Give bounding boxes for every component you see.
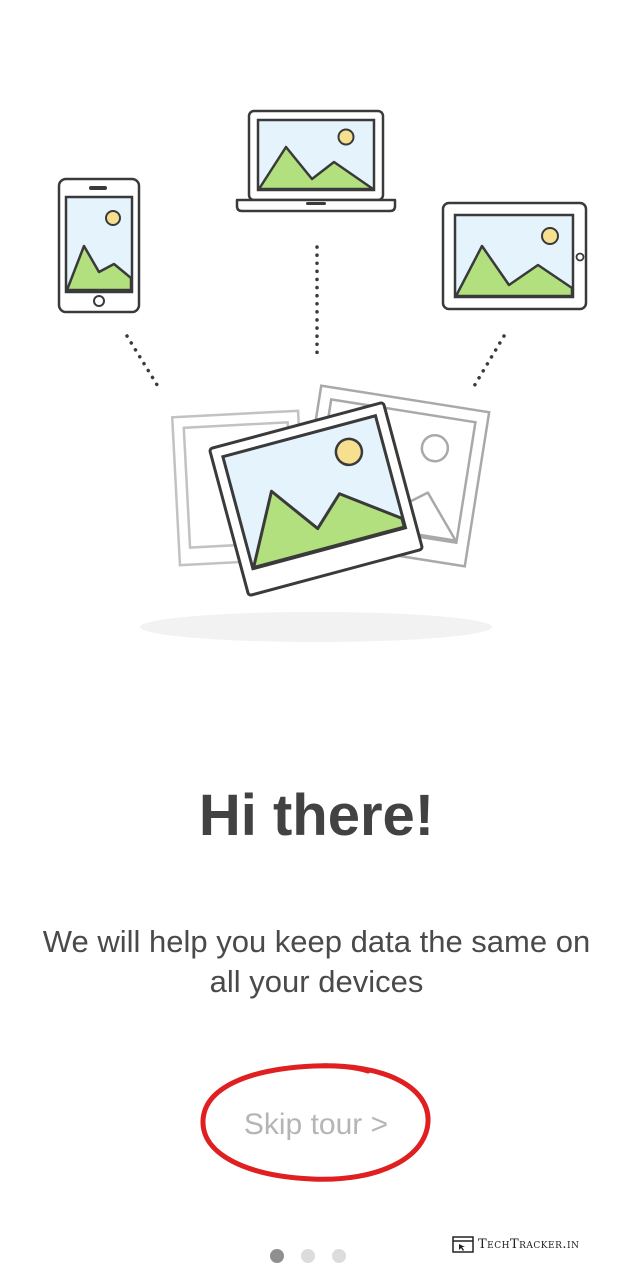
page-dot-2[interactable] (301, 1249, 315, 1263)
page-dot-1[interactable] (270, 1249, 284, 1263)
watermark: TechTracker.in (452, 1233, 579, 1255)
skip-tour-area: Skip tour > (196, 1058, 436, 1188)
skip-tour-button[interactable]: Skip tour > (216, 1096, 416, 1152)
onboarding-title: Hi there! (198, 783, 435, 848)
watermark-text: TechTracker.in (478, 1236, 580, 1252)
phone-icon (57, 177, 141, 314)
photo-stack-icon (170, 384, 491, 597)
page-indicator (270, 1249, 346, 1265)
tablet-icon (441, 201, 588, 311)
page-dot-3[interactable] (332, 1249, 346, 1263)
sync-devices-illustration (57, 109, 588, 642)
photo-shadow (140, 612, 492, 642)
laptop-icon (235, 109, 397, 213)
browser-window-icon (452, 1235, 474, 1253)
onboarding-description: We will help you keep data the same on a… (42, 924, 591, 999)
